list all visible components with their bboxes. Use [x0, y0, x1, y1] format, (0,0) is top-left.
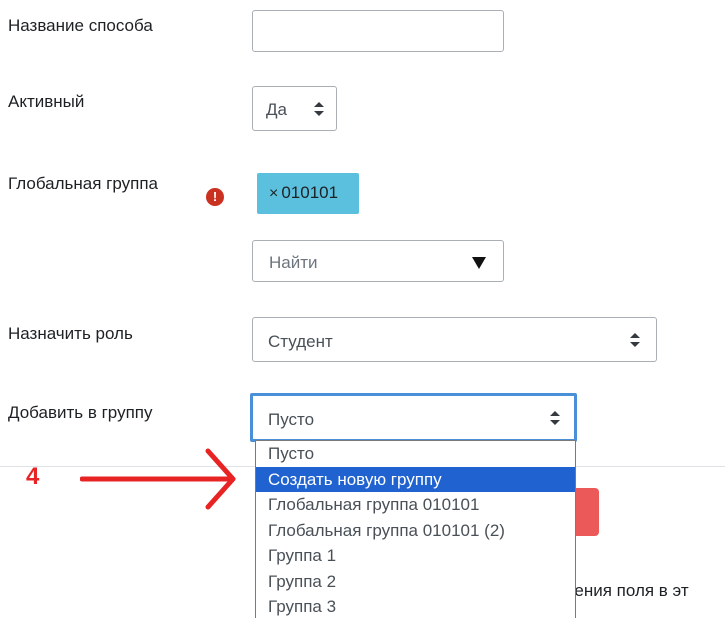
select-updown-icon	[550, 411, 560, 425]
add-to-group-label: Добавить в группу	[8, 403, 153, 422]
add-to-group-select[interactable]: Пусто	[250, 393, 577, 442]
group-dropdown-list[interactable]: Пусто Создать новую группу Глобальная гр…	[255, 440, 576, 618]
triangle-down-icon[interactable]	[472, 257, 486, 269]
selected-tag[interactable]: × 010101	[257, 173, 359, 214]
select-updown-icon	[630, 333, 640, 347]
active-label: Активный	[8, 92, 85, 111]
dropdown-option[interactable]: Группа 3	[256, 594, 575, 618]
method-name-label: Название способа	[8, 16, 153, 35]
red-arrow-icon	[80, 448, 236, 510]
step-number: 4	[26, 463, 40, 490]
dropdown-option[interactable]: Группа 2	[256, 569, 575, 595]
active-select[interactable]: Да	[252, 86, 337, 131]
dropdown-option-selected[interactable]: Создать новую группу	[256, 466, 575, 492]
global-group-label: Глобальная группа	[8, 174, 158, 193]
dropdown-option[interactable]: Глобальная группа 010101 (2)	[256, 518, 575, 544]
assign-role-select[interactable]: Студент	[252, 317, 657, 362]
error-icon: !	[206, 188, 224, 206]
global-group-search[interactable]: Найти	[252, 240, 504, 282]
divider	[576, 466, 725, 467]
dropdown-option[interactable]: Пусто	[256, 441, 575, 467]
method-name-input[interactable]	[252, 10, 504, 52]
dropdown-option[interactable]: Группа 1	[256, 543, 575, 569]
add-to-group-value: Пусто	[268, 410, 315, 429]
tag-label: 010101	[281, 183, 339, 202]
select-updown-icon	[314, 102, 324, 116]
background-help-text: нения поля в эт	[565, 581, 689, 600]
dropdown-option[interactable]: Глобальная группа 010101	[256, 492, 575, 518]
danger-button[interactable]	[574, 488, 599, 536]
active-value: Да	[266, 100, 287, 119]
remove-tag-icon[interactable]: ×	[269, 185, 278, 202]
search-placeholder: Найти	[269, 253, 318, 272]
assign-role-value: Студент	[268, 332, 333, 351]
assign-role-label: Назначить роль	[8, 324, 133, 343]
